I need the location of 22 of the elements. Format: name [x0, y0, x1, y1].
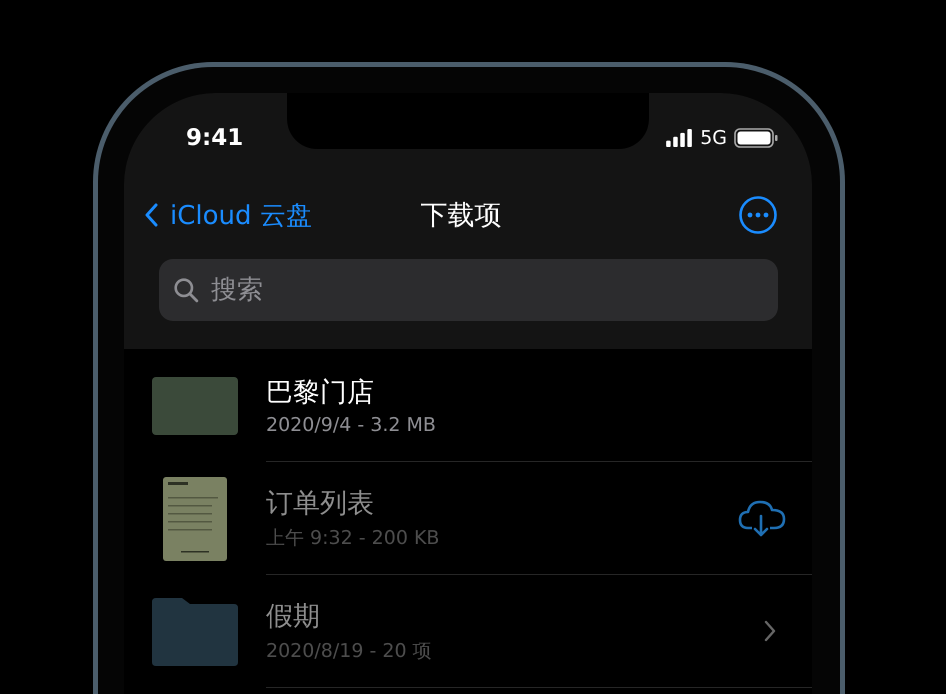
file-details: 2020/8/19 - 20 项: [266, 639, 432, 664]
cloud-download-icon[interactable]: [738, 498, 786, 538]
nav-title: 下载项: [420, 199, 502, 233]
chevron-icon: [764, 620, 776, 642]
file-row[interactable]: 订单列表 上午 9:32 - 200 KB: [124, 462, 812, 575]
file-row[interactable]: 巴黎门店 2020/9/4 - 3.2 MB: [124, 349, 812, 462]
file-row[interactable]: 假期 2020/8/19 - 20 项: [124, 575, 812, 688]
file-name: 订单列表: [266, 487, 375, 521]
file-details: 上午 9:32 - 200 KB: [266, 526, 440, 551]
more-options-icon[interactable]: [738, 195, 778, 235]
status-time: 9:41: [186, 125, 244, 151]
signal-icon: [665, 129, 694, 147]
search-field[interactable]: 搜索: [159, 259, 778, 321]
battery-icon: [734, 128, 778, 148]
search-icon: [173, 277, 199, 303]
file-name: 巴黎门店: [266, 376, 375, 410]
file-name: 假期: [266, 600, 321, 634]
file-details: 2020/9/4 - 3.2 MB: [266, 414, 436, 436]
network-label: 5G: [700, 127, 727, 149]
folder-icon: [152, 598, 238, 666]
back-link[interactable]: iCloud 云盘: [144, 198, 312, 232]
back-chevron-icon: [144, 202, 158, 228]
